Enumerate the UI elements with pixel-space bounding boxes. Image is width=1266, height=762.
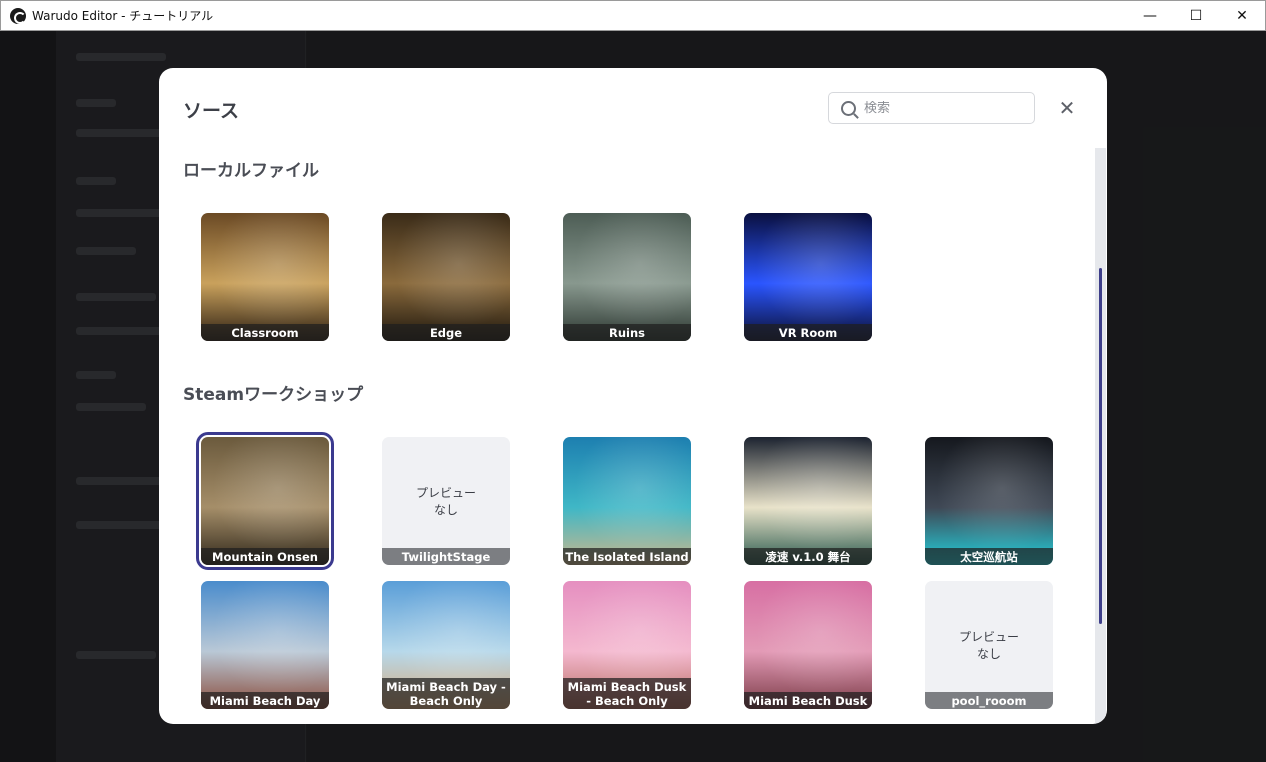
- source-tile[interactable]: Ruins: [563, 213, 691, 341]
- tile-label: Edge: [382, 324, 510, 341]
- thumbnail-image: [563, 437, 691, 565]
- tile-label: Miami Beach Dusk - Beach Only: [563, 678, 691, 709]
- tile-label: VR Room: [744, 324, 872, 341]
- thumbnail-image: [382, 213, 510, 341]
- maximize-button[interactable]: ☐: [1173, 1, 1219, 31]
- search-icon: [841, 100, 856, 116]
- thumbnail-image: [201, 581, 329, 709]
- scrollbar-thumb[interactable]: [1099, 268, 1102, 624]
- tile-label: Classroom: [201, 324, 329, 341]
- tile-label: Miami Beach Dusk: [744, 692, 872, 709]
- thumbnail-image: [744, 581, 872, 709]
- source-picker-modal: ソース ✕ ローカルファイル Steamワークショップ Classroom Edg…: [159, 68, 1107, 724]
- scrollbar[interactable]: [1095, 148, 1106, 724]
- source-tile[interactable]: プレビュー なし pool_rooom: [925, 581, 1053, 709]
- app-logo-icon: [10, 7, 26, 24]
- search-box[interactable]: [828, 92, 1035, 124]
- section-title-local: ローカルファイル: [183, 161, 319, 181]
- thumbnail-image: [744, 213, 872, 341]
- source-tile[interactable]: Classroom: [201, 213, 329, 341]
- no-preview-label: プレビュー なし: [958, 630, 1019, 661]
- tile-label: Miami Beach Day - Beach Only: [382, 678, 510, 709]
- source-tile[interactable]: Edge: [382, 213, 510, 341]
- search-input[interactable]: [864, 100, 1024, 116]
- tile-label: 太空巡航站: [925, 548, 1053, 565]
- source-tile[interactable]: 太空巡航站: [925, 437, 1053, 565]
- tile-label: The Isolated Island: [563, 548, 691, 565]
- tile-label: TwilightStage: [382, 548, 510, 565]
- no-preview-label: プレビュー なし: [415, 486, 476, 517]
- thumbnail-image: [925, 437, 1053, 565]
- thumbnail-image: [744, 437, 872, 565]
- source-tile[interactable]: Miami Beach Day - Beach Only: [382, 581, 510, 709]
- source-tile[interactable]: The Isolated Island: [563, 437, 691, 565]
- source-tile[interactable]: プレビュー なし TwilightStage: [382, 437, 510, 565]
- source-tile[interactable]: Mountain Onsen: [196, 432, 334, 570]
- window-title: Warudo Editor - チュートリアル: [32, 9, 214, 23]
- tile-label: pool_rooom: [925, 692, 1053, 709]
- minimize-button[interactable]: —: [1127, 1, 1173, 31]
- window-titlebar: Warudo Editor - チュートリアル — ☐ ✕: [0, 0, 1266, 31]
- modal-close-button[interactable]: ✕: [1055, 96, 1079, 120]
- source-tile[interactable]: Miami Beach Dusk - Beach Only: [563, 581, 691, 709]
- source-tile[interactable]: 凌速 v.1.0 舞台: [744, 437, 872, 565]
- section-title-steam: Steamワークショップ: [183, 385, 364, 405]
- window-controls: — ☐ ✕: [1127, 1, 1265, 31]
- thumbnail-image: [201, 213, 329, 341]
- tile-label: Mountain Onsen: [201, 548, 329, 565]
- thumbnail-image: [563, 213, 691, 341]
- tile-label: 凌速 v.1.0 舞台: [744, 548, 872, 565]
- tile-label: Ruins: [563, 324, 691, 341]
- modal-title: ソース: [183, 100, 240, 122]
- source-tile[interactable]: Miami Beach Dusk: [744, 581, 872, 709]
- tile-label: Miami Beach Day: [201, 692, 329, 709]
- source-tile[interactable]: Miami Beach Day: [201, 581, 329, 709]
- window-close-button[interactable]: ✕: [1219, 1, 1265, 31]
- thumbnail-image: [201, 437, 329, 565]
- source-tile[interactable]: VR Room: [744, 213, 872, 341]
